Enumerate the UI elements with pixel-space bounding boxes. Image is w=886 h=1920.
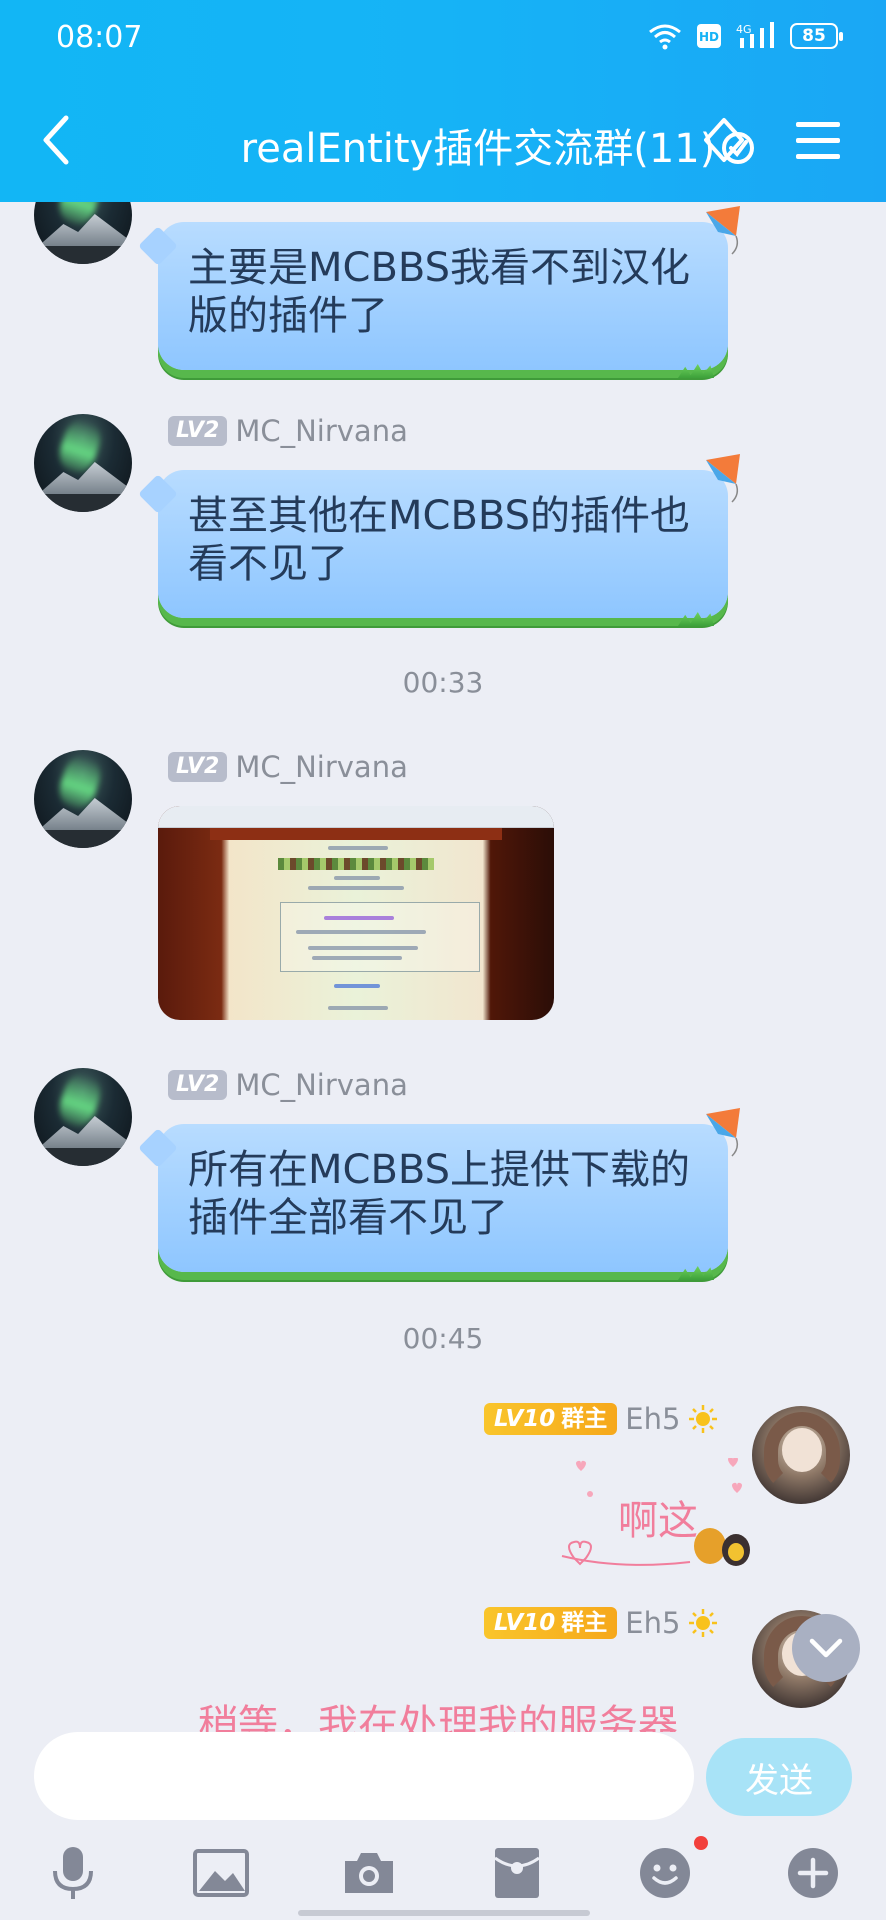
hd-icon: HD <box>697 24 721 48</box>
sticker-text: 稍等，我在处理我的服务器 <box>198 1702 678 1732</box>
avatar[interactable] <box>752 1406 850 1504</box>
sender-name: LV2 MC_Nirvana <box>168 414 408 448</box>
message-bubble[interactable]: 所有在MCBBS上提供下载的插件全部看不见了 <box>158 1108 740 1280</box>
scroll-to-bottom-button[interactable] <box>792 1614 860 1682</box>
emoji-icon <box>640 1848 690 1898</box>
image-message[interactable] <box>158 806 554 1020</box>
sender-nickname[interactable]: Eh5 <box>625 1402 680 1436</box>
home-indicator[interactable] <box>298 1910 590 1916</box>
more-button[interactable] <box>784 1844 842 1902</box>
status-time: 08:07 <box>56 20 143 55</box>
sender-nickname[interactable]: MC_Nirvana <box>235 414 408 448</box>
avatar[interactable] <box>34 414 132 512</box>
sticker-bubble[interactable]: 稍等，我在处理我的服务器 <box>150 1670 740 1732</box>
no-disturb-icon[interactable] <box>698 114 760 170</box>
message-bubble[interactable]: 甚至其他在MCBBS的插件也看不见了 <box>158 454 740 626</box>
send-button[interactable]: 发送 <box>706 1738 852 1816</box>
svg-text:4G: 4G <box>736 23 752 36</box>
kite-icon <box>706 206 740 255</box>
emoji-button[interactable] <box>636 1844 694 1902</box>
avatar[interactable] <box>34 1068 132 1166</box>
sender-name: LV2 MC_Nirvana <box>168 750 408 784</box>
camera-icon <box>345 1853 393 1893</box>
level-badge: LV2 <box>168 416 228 446</box>
owner-badge: 群主 <box>561 1406 608 1432</box>
sun-icon <box>689 1405 718 1433</box>
avatar[interactable] <box>34 202 132 264</box>
sender-nickname[interactable]: MC_Nirvana <box>235 1068 408 1102</box>
owner-badge: 群主 <box>561 1610 608 1636</box>
message-input[interactable] <box>34 1732 694 1820</box>
input-bar: 发送 <box>0 1732 886 1920</box>
signal-icon: 4G <box>736 22 774 48</box>
svg-text:HD: HD <box>699 30 719 44</box>
message-text: 甚至其他在MCBBS的插件也看不见了 <box>188 493 691 587</box>
sun-icon <box>689 1609 718 1637</box>
sender-nickname[interactable]: Eh5 <box>625 1606 680 1640</box>
message-text: 主要是MCBBS我看不到汉化版的插件了 <box>188 245 691 339</box>
level-badge: LV2 <box>168 1070 228 1100</box>
timestamp: 00:45 <box>402 1322 484 1355</box>
kite-icon <box>706 1108 740 1157</box>
timestamp: 00:33 <box>402 666 484 699</box>
mic-icon <box>53 1847 93 1899</box>
level-badge: LV10 群主 <box>484 1607 618 1639</box>
message-list[interactable]: 主要是MCBBS我看不到汉化版的插件了 LV2 MC_Nirvana 甚至其他在… <box>0 202 886 1732</box>
plus-icon <box>788 1848 838 1898</box>
kite-icon <box>706 454 740 503</box>
chat-title: realEntity插件交流群(11) <box>240 126 716 172</box>
menu-icon[interactable] <box>796 120 840 162</box>
sender-name: LV10 群主 Eh5 <box>484 1402 718 1436</box>
voice-button[interactable] <box>44 1844 102 1902</box>
sticker-text: 啊这 <box>618 1498 698 1544</box>
message-bubble[interactable]: 主要是MCBBS我看不到汉化版的插件了 <box>158 206 740 378</box>
status-icons: HD 4G 85 <box>648 22 843 50</box>
red-packet-button[interactable] <box>488 1844 546 1902</box>
image-icon <box>193 1849 249 1897</box>
sender-name: LV10 群主 Eh5 <box>484 1606 718 1640</box>
sticker-bubble[interactable]: 啊这 <box>560 1458 760 1578</box>
red-packet-icon <box>494 1848 540 1898</box>
chevron-down-icon <box>809 1638 843 1658</box>
chat-header: 08:07 HD 4G 85 realEntity插件交流群(11) <box>0 0 886 202</box>
notification-dot <box>694 1836 708 1850</box>
sender-nickname[interactable]: MC_Nirvana <box>235 750 408 784</box>
image-button[interactable] <box>192 1844 250 1902</box>
wifi-icon <box>649 24 681 50</box>
message-text: 所有在MCBBS上提供下载的插件全部看不见了 <box>188 1147 691 1241</box>
camera-button[interactable] <box>340 1844 398 1902</box>
level-badge: LV2 <box>168 752 228 782</box>
sender-name: LV2 MC_Nirvana <box>168 1068 408 1102</box>
level-badge: LV10 群主 <box>484 1403 618 1435</box>
battery-icon: 85 <box>790 23 843 49</box>
avatar[interactable] <box>34 750 132 848</box>
